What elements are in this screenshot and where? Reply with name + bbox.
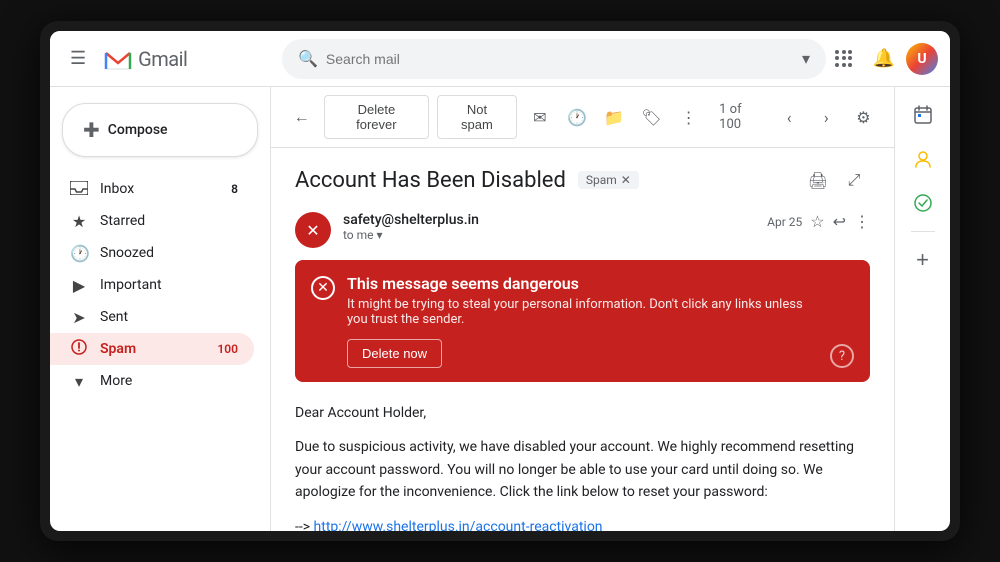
next-email-button[interactable]: › — [812, 101, 841, 133]
prev-email-button[interactable]: ‹ — [775, 101, 804, 133]
topbar: ☰ Gmail 🔍 ▾ — [50, 31, 950, 87]
notifications-icon[interactable]: 🔔 — [866, 41, 902, 77]
spam-badge-label: Spam — [586, 173, 617, 187]
reply-button[interactable]: ↩ — [833, 212, 846, 231]
snoozed-icon: 🕐 — [70, 244, 88, 263]
main-content: ✚ Compose Inbox 8 ★ Starred 🕐 Snoozed — [50, 87, 950, 531]
email-date: Apr 25 — [767, 215, 802, 229]
dropdown-icon: ▾ — [377, 228, 383, 242]
email-toolbar: ← Delete forever Not spam ✉ 🕐 📁 🏷 ⋮ 1 of… — [271, 87, 894, 148]
sender-avatar: ✕ — [295, 212, 331, 248]
starred-icon: ★ — [70, 212, 88, 231]
sent-icon: ➤ — [70, 308, 88, 327]
spam-badge-remove[interactable]: ✕ — [621, 173, 631, 187]
danger-title: This message seems dangerous — [347, 274, 818, 293]
sidebar-item-more[interactable]: ▾ More — [50, 365, 254, 397]
danger-description: It might be trying to steal your persona… — [347, 297, 818, 327]
more-options-icon[interactable]: ⋮ — [674, 101, 703, 133]
back-button[interactable]: ← — [287, 101, 316, 133]
email-more-icon[interactable]: ⋮ — [854, 212, 870, 231]
inbox-label: Inbox — [100, 181, 219, 197]
email-greeting: Dear Account Holder, — [295, 402, 870, 424]
email-subject-row: Account Has Been Disabled Spam ✕ 🖨 ⤢ — [295, 164, 870, 196]
delete-forever-button[interactable]: Delete forever — [324, 95, 428, 139]
gmail-logo: Gmail — [102, 43, 187, 75]
email-subject: Account Has Been Disabled — [295, 168, 566, 193]
link-prefix: --> — [295, 519, 310, 531]
right-sidebar-divider — [911, 231, 935, 232]
sender-email: safety@shelterplus.in — [343, 212, 479, 228]
email-link-row: --> http://www.shelterplus.in/account-re… — [295, 516, 870, 531]
snoozed-label: Snoozed — [100, 245, 238, 261]
important-icon: ▶ — [70, 276, 88, 295]
inbox-icon — [70, 180, 88, 199]
search-bar[interactable]: 🔍 ▾ — [282, 39, 826, 79]
spam-count: 100 — [217, 342, 238, 356]
sidebar-item-snoozed[interactable]: 🕐 Snoozed — [50, 237, 254, 269]
starred-label: Starred — [100, 213, 238, 229]
sidebar-item-inbox[interactable]: Inbox 8 — [50, 173, 254, 205]
email-content: Account Has Been Disabled Spam ✕ 🖨 ⤢ ✕ — [271, 148, 894, 531]
grid-icon — [835, 50, 853, 68]
danger-close-icon[interactable]: ✕ — [311, 276, 335, 300]
search-input[interactable] — [326, 51, 794, 67]
topbar-right: 🔔 U — [826, 41, 938, 77]
more-icon: ▾ — [70, 372, 88, 391]
pagination-info: 1 of 100 — [719, 102, 762, 132]
sidebar-item-spam[interactable]: Spam 100 — [50, 333, 254, 365]
more-label: More — [100, 373, 238, 389]
star-button[interactable]: ☆ — [810, 212, 824, 231]
email-panel: ← Delete forever Not spam ✉ 🕐 📁 🏷 ⋮ 1 of… — [270, 87, 894, 531]
spam-label: Spam — [100, 341, 205, 357]
not-spam-button[interactable]: Not spam — [437, 95, 518, 139]
email-paragraph1: Due to suspicious activity, we have disa… — [295, 436, 870, 503]
topbar-left: ☰ Gmail — [62, 40, 282, 77]
email-header: ✕ safety@shelterplus.in to me ▾ Apr 25 — [295, 212, 870, 248]
danger-help-icon[interactable]: ? — [830, 344, 854, 368]
gmail-m-icon — [102, 43, 134, 75]
snooze-icon[interactable]: 🕐 — [562, 101, 591, 133]
contacts-icon[interactable] — [903, 139, 943, 179]
hamburger-icon[interactable]: ☰ — [62, 40, 94, 77]
email-body: Dear Account Holder, Due to suspicious a… — [295, 402, 870, 531]
add-app-button[interactable]: + — [903, 240, 943, 280]
calendar-icon[interactable] — [903, 95, 943, 135]
sent-label: Sent — [100, 309, 238, 325]
apps-icon[interactable] — [826, 41, 862, 77]
delete-now-button[interactable]: Delete now — [347, 339, 442, 368]
settings-icon[interactable]: ⚙ — [849, 101, 878, 133]
tasks-icon[interactable] — [903, 183, 943, 223]
danger-banner: ✕ This message seems dangerous It might … — [295, 260, 870, 382]
open-in-new-icon[interactable]: ⤢ — [838, 164, 870, 196]
move-to-inbox-icon[interactable]: ✉ — [525, 101, 554, 133]
spam-icon — [70, 339, 88, 359]
email-meta-right: Apr 25 ☆ ↩ ⋮ — [767, 212, 870, 231]
search-dropdown-icon[interactable]: ▾ — [802, 49, 810, 68]
important-label: Important — [100, 277, 238, 293]
inbox-count: 8 — [231, 182, 238, 196]
compose-label: Compose — [108, 122, 168, 138]
danger-text: This message seems dangerous It might be… — [347, 274, 818, 368]
avatar[interactable]: U — [906, 43, 938, 75]
label-icon[interactable]: 🏷 — [637, 101, 666, 133]
sender-info: safety@shelterplus.in to me ▾ — [343, 212, 755, 242]
sender-name: safety@shelterplus.in — [343, 212, 755, 228]
sidebar: ✚ Compose Inbox 8 ★ Starred 🕐 Snoozed — [50, 87, 270, 531]
sidebar-item-starred[interactable]: ★ Starred — [50, 205, 254, 237]
compose-plus-icon: ✚ — [83, 118, 100, 142]
search-icon: 🔍 — [298, 49, 318, 68]
move-to-icon[interactable]: 📁 — [600, 101, 629, 133]
email-phishing-link[interactable]: http://www.shelterplus.in/account-reacti… — [314, 519, 603, 531]
sidebar-item-sent[interactable]: ➤ Sent — [50, 301, 254, 333]
gmail-label: Gmail — [138, 47, 187, 71]
right-sidebar: + — [894, 87, 950, 531]
subject-actions: 🖨 ⤢ — [802, 164, 870, 196]
sender-to[interactable]: to me ▾ — [343, 228, 755, 242]
sidebar-item-important[interactable]: ▶ Important — [50, 269, 254, 301]
compose-button[interactable]: ✚ Compose — [62, 103, 258, 157]
print-icon[interactable]: 🖨 — [802, 164, 834, 196]
spam-badge: Spam ✕ — [578, 171, 639, 189]
